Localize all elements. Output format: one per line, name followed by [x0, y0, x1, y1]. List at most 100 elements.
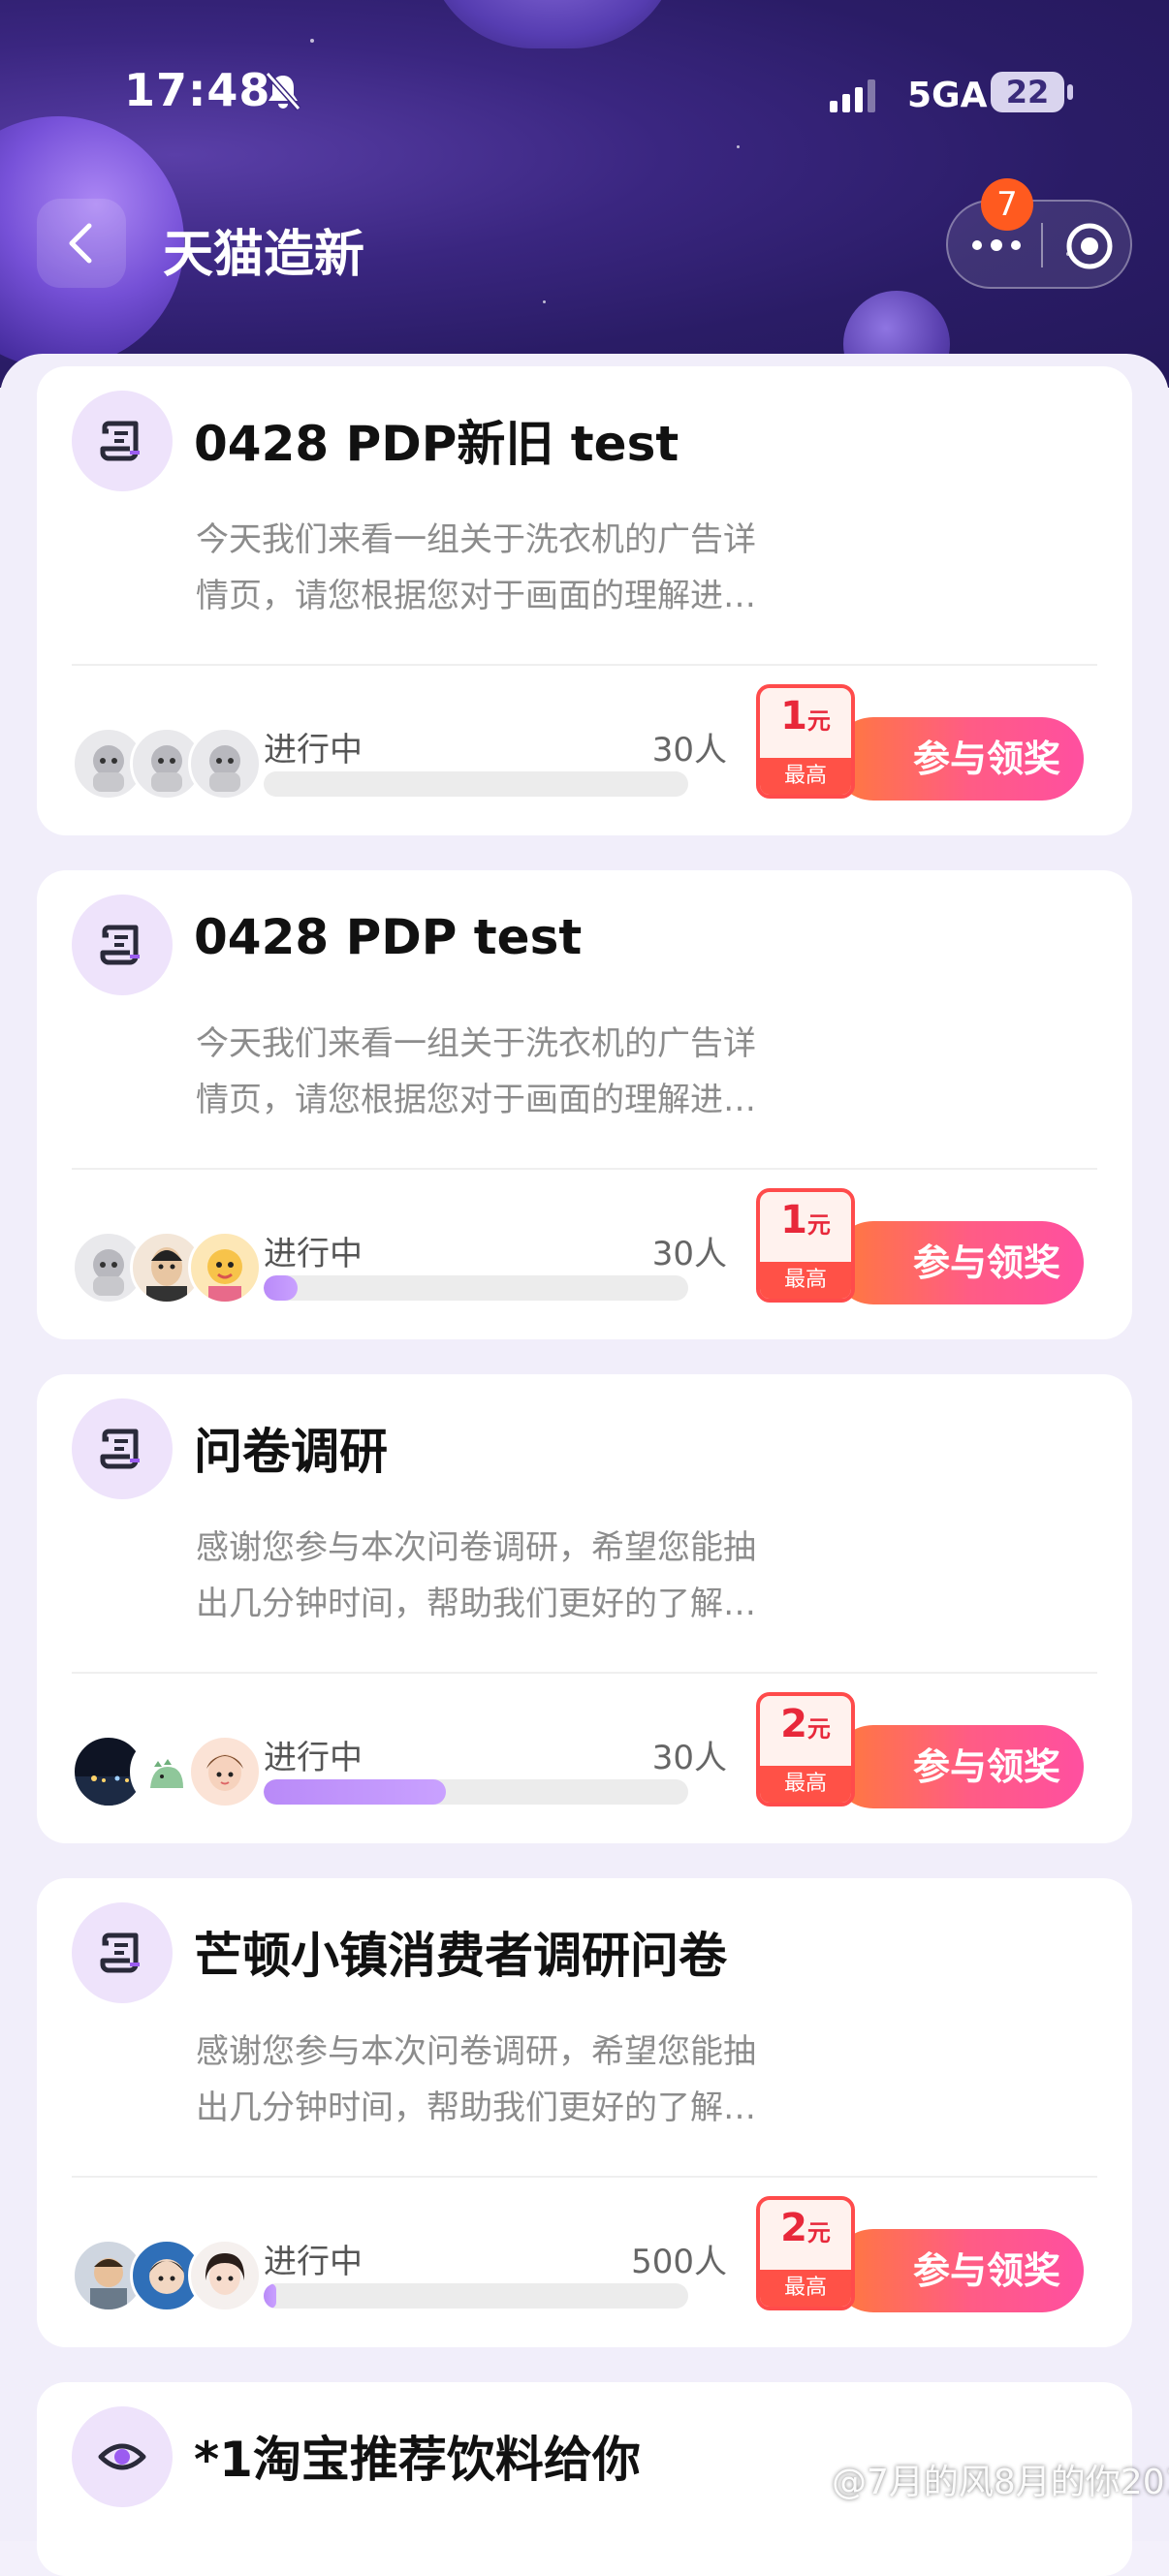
- join-reward-label: 参与领奖: [912, 2249, 1060, 2292]
- task-icon-badge: [72, 895, 173, 995]
- reward-note: 最高: [760, 1766, 851, 1803]
- reward-unit: 元: [806, 1715, 831, 1743]
- join-reward-label: 参与领奖: [912, 1745, 1060, 1788]
- battery-level: 22: [1005, 74, 1050, 110]
- reward-value: 2: [780, 2206, 807, 2250]
- join-reward-button[interactable]: 参与领奖: [832, 2229, 1084, 2312]
- progress-bar: [264, 771, 688, 797]
- reward-unit: 元: [806, 1211, 831, 1239]
- task-card[interactable]: 芒顿小镇消费者调研问卷 感谢您参与本次问卷调研，希望您能抽出几分钟时间，帮助我们…: [37, 1878, 1132, 2347]
- divider: [72, 1672, 1097, 1674]
- task-title: 0428 PDP新旧 test: [194, 416, 679, 472]
- signal-icon: [830, 79, 875, 112]
- avatar: [188, 1735, 262, 1808]
- star-decoration: [310, 39, 314, 43]
- participant-count: 30人: [651, 731, 727, 770]
- battery-nub: [1067, 84, 1073, 100]
- task-status: 进行中: [264, 1739, 363, 1777]
- capsule-divider: [1041, 223, 1043, 267]
- notification-badge: 7: [981, 178, 1033, 231]
- mini-program-capsule: [946, 200, 1132, 289]
- task-status: 进行中: [264, 1235, 363, 1273]
- participant-avatars: [72, 1735, 266, 1810]
- task-description: 感谢您参与本次问卷调研，希望您能抽出几分钟时间，帮助我们更好的了解…: [196, 1528, 756, 1623]
- task-card[interactable]: 0428 PDP新旧 test 今天我们来看一组关于洗衣机的广告详情页，请您根据…: [37, 366, 1132, 835]
- join-reward-button[interactable]: 参与领奖: [832, 1221, 1084, 1304]
- eye-icon: [98, 2443, 146, 2470]
- participant-count: 30人: [651, 1739, 727, 1777]
- reward-tag: 2元 最高: [756, 1692, 855, 1806]
- task-title: 0428 PDP test: [194, 909, 583, 965]
- join-reward-button[interactable]: 参与领奖: [832, 717, 1084, 801]
- avatar: [188, 727, 262, 801]
- reward-unit: 元: [806, 2219, 831, 2246]
- progress-fill: [264, 1275, 299, 1301]
- task-status: 进行中: [264, 2243, 363, 2281]
- planet-decoration: [427, 0, 679, 48]
- divider: [72, 664, 1097, 666]
- reward-tag: 1元 最高: [756, 684, 855, 799]
- progress-fill: [264, 2283, 277, 2309]
- scroll-icon: [100, 1429, 140, 1469]
- task-list: 0428 PDP新旧 test 今天我们来看一组关于洗衣机的广告详情页，请您根据…: [0, 354, 1169, 2576]
- back-button[interactable]: [37, 199, 126, 288]
- join-reward-button[interactable]: 参与领奖: [832, 1725, 1084, 1808]
- network-type: 5GA: [907, 76, 988, 115]
- more-icon[interactable]: [967, 233, 1026, 258]
- progress-bar: [264, 2283, 688, 2309]
- scroll-icon: [100, 1932, 140, 1973]
- task-icon-badge: [72, 1902, 173, 2003]
- reward-tag: 2元 最高: [756, 2196, 855, 2310]
- scroll-icon: [100, 925, 140, 965]
- task-description: 今天我们来看一组关于洗衣机的广告详情页，请您根据您对于画面的理解进…: [196, 520, 756, 615]
- progress-fill: [264, 1779, 447, 1805]
- progress-bar: [264, 1275, 688, 1301]
- task-description: 今天我们来看一组关于洗衣机的广告详情页，请您根据您对于画面的理解进…: [196, 1024, 756, 1119]
- reward-amount: 1元: [760, 694, 851, 738]
- task-description: 感谢您参与本次问卷调研，希望您能抽出几分钟时间，帮助我们更好的了解…: [196, 2032, 756, 2127]
- watermark-text: @7月的风8月的你2019: [832, 2463, 1169, 2502]
- task-card[interactable]: 问卷调研 感谢您参与本次问卷调研，希望您能抽出几分钟时间，帮助我们更好的了解… …: [37, 1374, 1132, 1843]
- participant-avatars: [72, 727, 266, 802]
- reward-note: 最高: [760, 2270, 851, 2307]
- avatar: [188, 1231, 262, 1304]
- task-card[interactable]: 0428 PDP test 今天我们来看一组关于洗衣机的广告详情页，请您根据您对…: [37, 870, 1132, 1339]
- task-title: 芒顿小镇消费者调研问卷: [194, 1928, 727, 1984]
- weibo-logo-icon: [782, 2460, 822, 2493]
- reward-tag: 1元 最高: [756, 1188, 855, 1303]
- task-icon-badge: [72, 2406, 173, 2507]
- task-title: *1淘宝推荐饮料给你: [194, 2432, 641, 2488]
- page-title: 天猫造新: [163, 226, 365, 284]
- progress-bar: [264, 1779, 688, 1805]
- participant-count: 500人: [631, 2243, 727, 2281]
- avatar: [188, 2239, 262, 2312]
- reward-amount: 2元: [760, 2206, 851, 2250]
- reward-amount: 2元: [760, 1702, 851, 1746]
- task-icon-badge: [72, 1398, 173, 1499]
- participant-count: 30人: [651, 1235, 727, 1273]
- close-target-icon[interactable]: [1064, 221, 1115, 271]
- reward-amount: 1元: [760, 1198, 851, 1242]
- reward-note: 最高: [760, 758, 851, 795]
- status-time: 17:48: [124, 64, 271, 116]
- scroll-icon: [100, 421, 140, 461]
- bell-muted-icon: [265, 72, 301, 110]
- reward-unit: 元: [806, 707, 831, 735]
- join-reward-label: 参与领奖: [912, 738, 1060, 780]
- reward-value: 2: [780, 1702, 807, 1746]
- divider: [72, 2176, 1097, 2178]
- reward-value: 1: [780, 694, 807, 738]
- chevron-left-icon: [69, 223, 92, 264]
- task-status: 进行中: [264, 731, 363, 770]
- task-icon-badge: [72, 391, 173, 491]
- participant-avatars: [72, 2239, 266, 2314]
- participant-avatars: [72, 1231, 266, 1306]
- divider: [72, 1168, 1097, 1170]
- star-decoration: [737, 145, 740, 148]
- join-reward-label: 参与领奖: [912, 1241, 1060, 1284]
- task-title: 问卷调研: [194, 1424, 388, 1480]
- star-decoration: [543, 300, 546, 303]
- reward-note: 最高: [760, 1262, 851, 1299]
- battery-icon: 22: [991, 72, 1064, 112]
- reward-value: 1: [780, 1198, 807, 1242]
